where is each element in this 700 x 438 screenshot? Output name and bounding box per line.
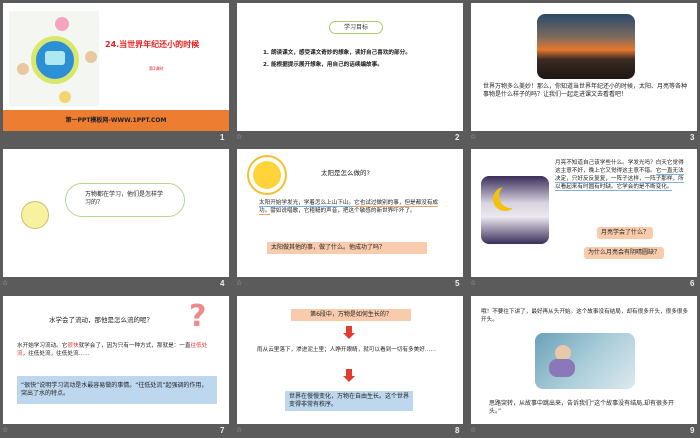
paragraph-text: 就学会了，因为只有一种方式，那就是：一直 [78, 343, 191, 349]
slide-heading: 水学会了流动，那他是怎么流的呢？ [49, 316, 153, 324]
paragraph-text: 譬如说唱歌，它粗糙的声音，把这个敏感的新世界吓坏了。 [270, 208, 416, 214]
objective-1: 1. 朗读课文，感受课文奇妙的想象，读好自己喜欢的部分。 [263, 50, 411, 56]
paragraph-text: 水开始学习流动。它 [17, 343, 68, 349]
underlined-text: 太阳开始学发光，学着怎么上山下山。 [259, 200, 355, 207]
question-box-2: 为什么月亮会有阴晴圆缺？ [584, 247, 665, 259]
question-mark-icon: ? [189, 299, 207, 334]
slide-thumbnail-2[interactable]: 学习目标 1. 朗读课文，感受课文奇妙的想象，读好自己喜欢的部分。 2. 能根据… [237, 3, 463, 131]
girl-bird-illustration [535, 333, 635, 389]
animation-star-icon[interactable]: ☆ [470, 133, 476, 141]
animation-star-icon[interactable]: ☆ [2, 426, 8, 434]
globe-kids-illustration [9, 11, 99, 106]
slide-thumbnail-3[interactable]: 世界万物多么美妙！那么，你知道当世界年纪还小的时候，太阳、月亮等各种事物是什么样… [471, 3, 697, 131]
slide-thumbnail-7[interactable]: 水学会了流动，那他是怎么流的呢？ ? 水开始学习流动。它很快就学会了，因为只有一… [3, 296, 229, 424]
bubble-text: 万物都在学习，他们是怎样学习的？ [85, 191, 164, 206]
slide-title: 24.当世界年纪还小的时候 [105, 40, 200, 49]
sun-icon [253, 161, 281, 189]
footer-bar: 第一PPT模板网-WWW.1PPT.COM [3, 110, 229, 131]
slide-subtitle: 第2课时 [149, 66, 164, 71]
slide-number: 4 [220, 279, 225, 288]
sunset-mountain-photo [537, 14, 635, 79]
slide-thumbnail-8[interactable]: 第6段中，万物是如何生长的？ 雨从云里落下，渗进泥土里；人睁开眼睛，就可以看到一… [237, 296, 463, 424]
down-arrow-icon [343, 369, 355, 382]
lightbulb-character-icon [21, 201, 49, 229]
question-box: 太阳做其他的事，做了什么。他成功了吗？ [267, 242, 427, 254]
moon-night-illustration [481, 176, 549, 244]
slide-number: 9 [690, 426, 695, 435]
slide-number: 2 [455, 133, 460, 142]
intro-text: 世界万物多么美妙！那么，你知道当世界年纪还小的时候，太阳、月亮等各种事物是什么样… [483, 83, 688, 98]
slide-number: 1 [220, 133, 225, 142]
slide-number: 7 [220, 426, 225, 435]
conclusion-text: 思路突转，从故事中跳出来，告诉我们“这个故事没有结局,却有很多开头。” [489, 400, 675, 415]
slide-thumbnail-4[interactable]: 万物都在学习，他们是怎样学习的？ [3, 149, 229, 277]
question-box-1: 月亮学会了什么？ [597, 227, 654, 239]
question-box: 第6段中，万物是如何生长的？ [291, 309, 411, 321]
animation-star-icon[interactable]: ☆ [2, 279, 8, 287]
sun-paragraph: 太阳开始学发光，学着怎么上山下山。它也试过做别的事，但是都没有成功。譬如说唱歌，… [259, 199, 449, 215]
slide-number: 8 [455, 426, 460, 435]
animation-star-icon[interactable]: ☆ [236, 426, 242, 434]
slide-thumbnail-1[interactable]: 24.当世界年纪还小的时候 第2课时 第一PPT模板网-WWW.1PPT.COM [3, 3, 229, 131]
slide-thumbnail-6[interactable]: 月亮不知道自己该学些什么。学发光吗？白天它觉得这主意不好，晚上它又觉得这主意不错… [471, 149, 697, 277]
animation-star-icon[interactable]: ☆ [470, 279, 476, 287]
answer-box: 世界在慢慢变化，万物在自由生长。这个世界变得非常有秩序。 [285, 391, 413, 411]
slide-thumbnail-9[interactable]: 哦！不要往下讲了，最好再从头开始。这个故事没有结局，却有很多开头，很多很多开头。… [471, 296, 697, 424]
slide-number: 3 [690, 133, 695, 142]
moon-paragraph: 月亮不知道自己该学些什么。学发光吗？白天它觉得这主意不好，晚上它又觉得这主意不错… [555, 159, 687, 191]
objectives-heading: 学习目标 [329, 21, 383, 34]
highlight-text: 很快 [67, 343, 79, 349]
animation-star-icon[interactable]: ☆ [236, 133, 242, 141]
slide-number: 6 [690, 279, 695, 288]
explanation-box: “很快”说明学习流动是水最容易做的事情。“往低处流”起强调的作用，突出了水的特点… [17, 376, 217, 404]
animation-star-icon[interactable]: ☆ [236, 279, 242, 287]
objective-2: 2. 能根据提示展开想象，用自己的话续编故事。 [263, 62, 383, 68]
slide-thumbnail-5[interactable]: 太阳是怎么做的? 太阳开始学发光，学着怎么上山下山。它也试过做别的事，但是都没有… [237, 149, 463, 277]
story-paragraph: 哦！不要往下讲了，最好再从头开始。这个故事没有结局，却有很多开头，很多很多开头。 [481, 309, 688, 323]
down-arrow-icon [343, 326, 355, 339]
animation-star-icon[interactable]: ☆ [470, 426, 476, 434]
paragraph-text: ，往低处流，往低处流…… [22, 351, 90, 357]
water-paragraph: 水开始学习流动。它很快就学会了，因为只有一种方式，那就是：一直往低处流，往低处流… [17, 342, 217, 358]
growth-paragraph: 雨从云里落下，渗进泥土里；人睁开眼睛，就可以看到一切有多美好…… [257, 347, 437, 353]
slide-heading: 太阳是怎么做的? [321, 169, 370, 177]
slide-number: 5 [455, 279, 460, 288]
